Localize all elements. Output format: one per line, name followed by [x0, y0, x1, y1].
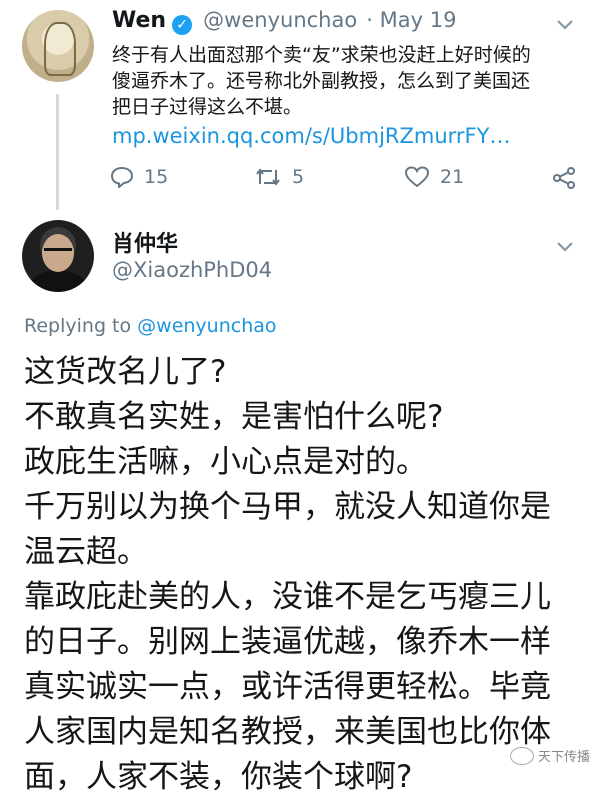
parent-text-line: 傻逼乔木了。还号称北外副教授，怎么到了美国还 — [112, 70, 531, 92]
parent-text-line: 终于有人出面怼那个卖“友”求荣也没赶上好时候的 — [112, 44, 531, 66]
retweet-button[interactable]: 5 — [254, 166, 304, 188]
retweet-count: 5 — [292, 166, 305, 188]
watermark-text: 天下传播 — [537, 750, 590, 765]
parent-chevron-down-icon[interactable] — [556, 12, 574, 36]
like-count: 21 — [440, 166, 465, 188]
reply-text-line: 人家国内是知名教授，来美国也比你体 — [24, 714, 551, 750]
reply-text-line: 政庇生活嘛，小心点是对的。 — [24, 444, 427, 480]
watermark: 天下传播 — [509, 746, 590, 765]
wechat-icon — [509, 746, 534, 765]
share-icon — [553, 167, 575, 189]
reply-text-line: 真实诚实一点，或许活得更轻松。毕竟 — [24, 669, 551, 705]
replying-to-mention[interactable]: @wenyunchao — [137, 315, 276, 337]
avatar-wen[interactable] — [22, 10, 94, 82]
verified-check-icon: ✓ — [172, 15, 193, 35]
reply-text-line: 这货改名儿了? — [24, 354, 227, 390]
reply-author-handle[interactable]: @XiaozhPhD04 — [112, 258, 272, 282]
retweet-icon — [256, 168, 280, 186]
parent-text-line: 把日子过得这么不堪。 — [112, 96, 303, 118]
replying-to-label: Replying to @wenyunchao — [24, 315, 277, 337]
parent-author-handle[interactable]: @wenyunchao — [203, 8, 357, 32]
reply-author-name[interactable]: 肖仲华 — [112, 226, 178, 258]
reply-text-line: 千万别以为换个马甲，就没人知道你是 — [24, 489, 551, 525]
parent-tweet-text: 终于有人出面怼那个卖“友”求荣也没赶上好时候的 傻逼乔木了。还号称北外副教授，怎… — [112, 42, 582, 120]
parent-header: Wen ✓ @wenyunchao · May 19 — [112, 8, 456, 35]
reply-button[interactable]: 15 — [110, 166, 168, 188]
reply-tweet-text: 这货改名儿了? 不敢真名实姓，是害怕什么呢? 政庇生活嘛，小心点是对的。 千万别… — [24, 350, 584, 800]
reply-text-line: 温云超。 — [24, 534, 148, 570]
reply-chevron-down-icon[interactable] — [556, 234, 574, 258]
avatar-xiaozh[interactable] — [22, 220, 94, 292]
reply-text-line: 不敢真名实姓，是害怕什么呢? — [24, 399, 444, 435]
thread-connector-line — [56, 94, 59, 210]
reply-count: 15 — [144, 166, 169, 188]
reply-icon — [110, 166, 134, 188]
parent-author-name[interactable]: Wen — [112, 8, 166, 33]
replying-to-prefix: Replying to — [24, 315, 138, 337]
reply-text-line: 面，人家不装，你装个球啊? — [24, 759, 413, 795]
reply-text-line: 靠政庇赴美的人，没谁不是乞丐瘪三儿 — [24, 579, 551, 615]
share-button[interactable] — [552, 166, 586, 190]
like-button[interactable]: 21 — [404, 166, 464, 188]
parent-tweet-link[interactable]: mp.weixin.qq.com/s/UbmjRZmurrFY… — [112, 124, 510, 148]
reply-text-line: 的日子。别网上装逼优越，像乔木一样 — [24, 624, 551, 660]
heart-icon — [404, 166, 430, 188]
parent-date[interactable]: · May 19 — [366, 8, 456, 32]
